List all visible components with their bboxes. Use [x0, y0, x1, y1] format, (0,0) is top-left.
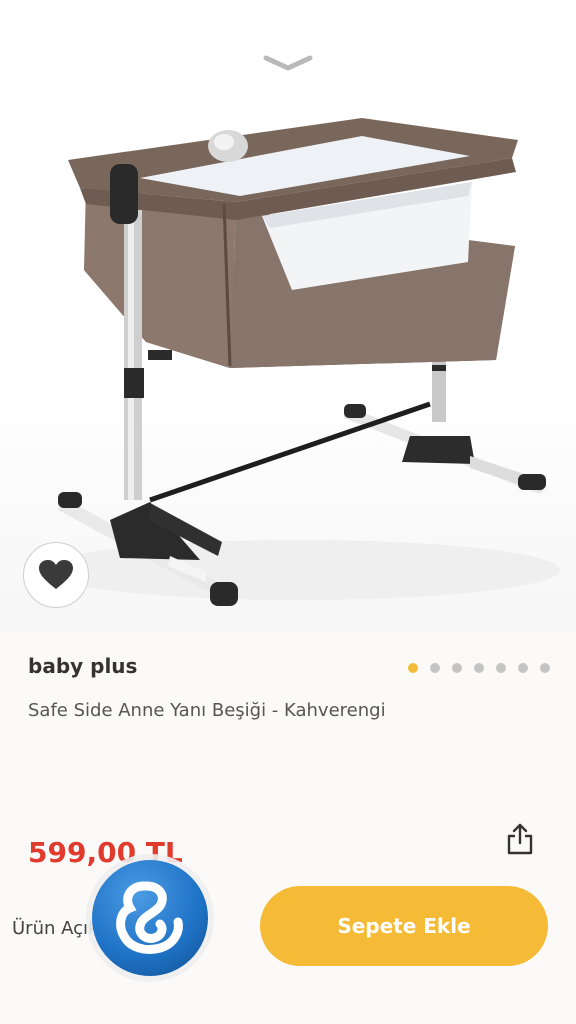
pagination-dot[interactable]: [452, 663, 462, 673]
heart-icon: [39, 560, 73, 589]
product-title: Safe Side Anne Yanı Beşiği - Kahverengi: [28, 700, 386, 721]
pagination-dot[interactable]: [496, 663, 506, 673]
pagination-dot-active[interactable]: [408, 663, 418, 673]
product-image-gallery[interactable]: [0, 0, 576, 632]
brand-name[interactable]: baby plus: [28, 654, 137, 678]
favorite-button[interactable]: [23, 542, 89, 608]
pagination-dot[interactable]: [518, 663, 528, 673]
add-to-cart-button[interactable]: Sepete Ekle: [260, 886, 548, 966]
pagination-dot[interactable]: [430, 663, 440, 673]
gallery-pagination: [408, 663, 550, 673]
product-image: [40, 118, 560, 606]
app-logo-icon[interactable]: [84, 852, 216, 984]
product-detail-screen: baby plus Safe Side Anne Yanı Beşiği - K…: [0, 0, 576, 1024]
pagination-dot[interactable]: [540, 663, 550, 673]
share-icon[interactable]: [506, 822, 534, 856]
chevron-down-icon[interactable]: [262, 52, 314, 74]
pagination-dot[interactable]: [474, 663, 484, 673]
